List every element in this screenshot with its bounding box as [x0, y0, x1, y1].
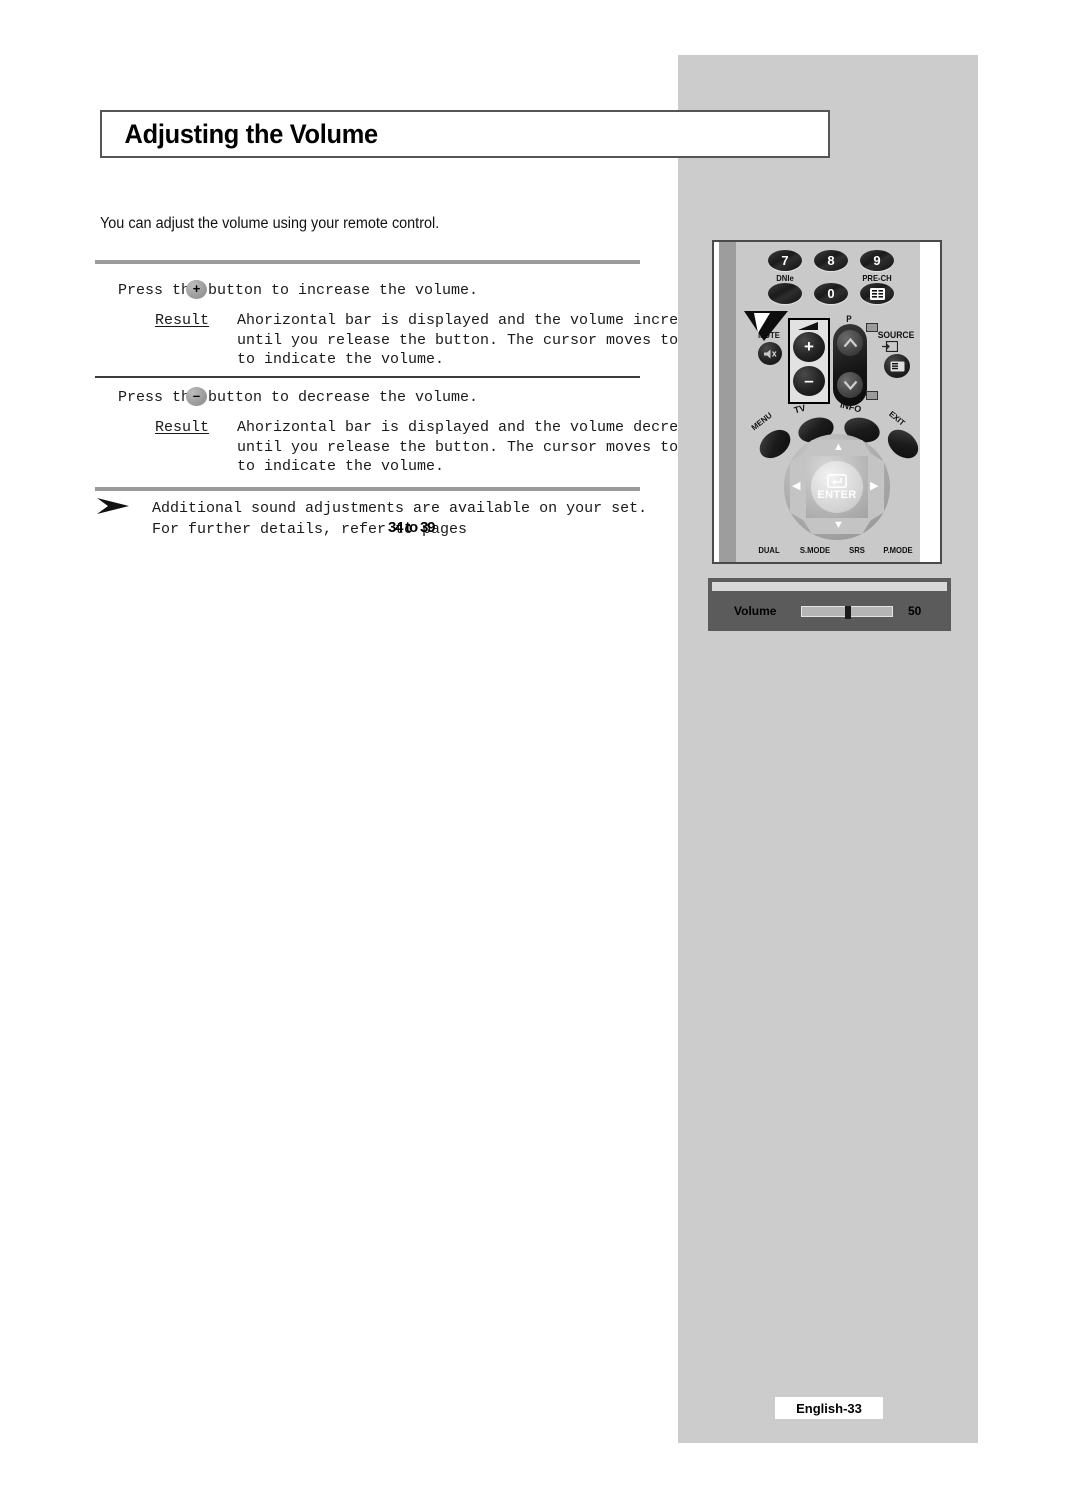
step-2-lead: Press th button to decrease the volume. [118, 388, 478, 408]
remote-dnie-label: DNIe [776, 273, 794, 283]
step-1-lead: Press th button to increase the volume. [118, 281, 478, 301]
step-2-result-line-2: until you release the button. The cursor… [237, 438, 678, 456]
divider-top [95, 260, 640, 264]
remote-tv-label: TV [792, 402, 807, 416]
step-2-lead-after: button to decrease the volume. [190, 389, 479, 406]
remote-menu-button[interactable] [754, 424, 796, 464]
divider-middle [95, 376, 640, 378]
remote-enter-button[interactable]: ENTER [811, 461, 863, 513]
body-text-region: Press th button to increase the volume. … [0, 0, 678, 1498]
step-1-lead-after: button to increase the volume. [190, 282, 479, 299]
remote-prech-label: PRE-CH [862, 273, 892, 283]
remote-button-0[interactable]: 0 [814, 283, 848, 304]
step-1-result-line-1: Ahorizontal bar is displayed and the vol… [237, 312, 678, 329]
page-title-box: Adjusting the Volume [100, 110, 830, 158]
remote-mute-button[interactable] [758, 342, 782, 365]
osd-volume-label: Volume [734, 604, 777, 618]
remote-label-srs: SRS [849, 545, 865, 555]
teletext-small-icon-bottom [866, 391, 878, 400]
page-number-badge: English-33 [775, 1397, 883, 1419]
remote-button-9[interactable]: 9 [860, 250, 894, 271]
chevron-down-icon [843, 380, 857, 390]
remote-program-up-button[interactable] [837, 330, 863, 356]
remote-program-down-button[interactable] [837, 372, 863, 398]
remote-source-label: SOURCE [877, 330, 915, 341]
pointer-arrow-icon [744, 311, 788, 341]
remote-program-label: P [846, 314, 852, 324]
source-input-icon [882, 341, 898, 352]
remote-enter-label: ENTER [817, 488, 857, 501]
step-2-result-line-1: Ahorizontal bar is displayed and the vol… [237, 419, 678, 436]
step-1-result-label: Result [155, 312, 210, 329]
step-2-result: Result Ahorizontal bar is displayed and t… [155, 418, 678, 477]
page-title: Adjusting the Volume [124, 118, 379, 149]
remote-volume-up-button[interactable]: + [793, 332, 825, 362]
dpad-left-icon: ◀ [792, 480, 801, 492]
volume-down-keycap-icon: – [186, 387, 207, 406]
arrow-bullet-icon [97, 498, 129, 514]
step-2-result-label: Result [155, 419, 210, 436]
remote-label-pmode: P.MODE [883, 545, 913, 555]
remote-label-dual: DUAL [758, 545, 780, 555]
divider-bottom [95, 487, 640, 491]
remote-control-figure: 7 8 9 DNIe PRE-CH 0 + – MUTE P SOURCE ME… [712, 240, 942, 564]
step-1-result-line-3: to indicate the volume. [237, 351, 445, 368]
note-line-1: Additional sound adjustments are availab… [152, 500, 648, 517]
volume-up-wedge-icon [798, 322, 818, 330]
note-pages-overlay: 34 to 39 [388, 519, 435, 536]
remote-exit-button[interactable] [882, 423, 924, 465]
chevron-up-icon [843, 338, 857, 348]
volume-up-keycap-icon: + [186, 280, 207, 299]
remote-button-dnie[interactable] [768, 283, 802, 304]
screen-icon [890, 361, 904, 371]
remote-label-smode: S.MODE [799, 545, 831, 555]
step-1-result: Result Ahorizontal bar is displayed and t… [155, 311, 678, 370]
remote-exit-label: EXIT [887, 409, 907, 428]
osd-volume-track[interactable] [801, 606, 893, 619]
step-2-lead-before: Press th [118, 389, 191, 406]
remote-dpad-ring[interactable]: ▲ ▼ ◀ ▶ ENTER [784, 434, 890, 540]
remote-volume-down-button[interactable]: – [793, 366, 825, 396]
remote-source-button[interactable] [884, 354, 910, 378]
volume-osd: Volume 50 [708, 578, 951, 631]
dpad-down-icon: ▼ [833, 519, 844, 531]
osd-volume-value: 50 [908, 604, 922, 618]
mute-speaker-icon [764, 349, 777, 358]
osd-volume-knob[interactable] [845, 606, 851, 619]
osd-title-bar [712, 582, 947, 591]
enter-return-icon [827, 473, 847, 488]
remote-left-edge [719, 242, 736, 562]
remote-body: 7 8 9 DNIe PRE-CH 0 + – MUTE P SOURCE ME… [736, 242, 924, 562]
remote-button-7[interactable]: 7 [768, 250, 802, 271]
step-1-result-line-2: until you release the button. The cursor… [237, 331, 678, 349]
remote-button-prech[interactable] [860, 283, 894, 304]
remote-button-8[interactable]: 8 [814, 250, 848, 271]
list-icon [869, 287, 885, 300]
step-1-lead-before: Press th [118, 282, 191, 299]
dpad-right-icon: ▶ [870, 480, 879, 492]
remote-menu-label: MENU [749, 410, 774, 433]
step-2-result-line-3: to indicate the volume. [237, 458, 445, 475]
dpad-up-icon: ▲ [833, 441, 844, 453]
